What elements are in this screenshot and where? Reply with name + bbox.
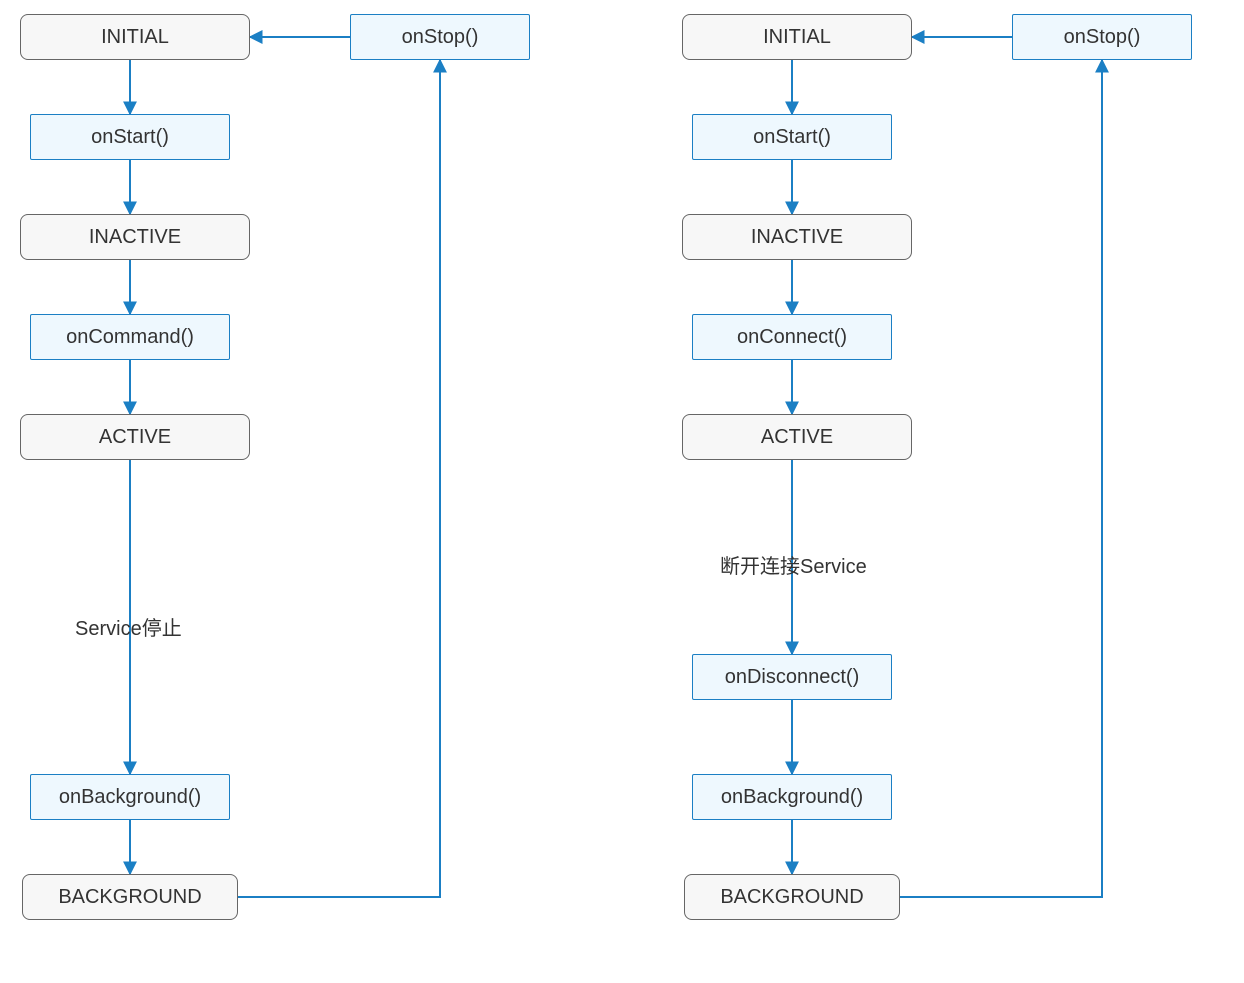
node-label: ACTIVE [761, 426, 833, 449]
node-label: onStop() [402, 26, 479, 49]
node-label: BACKGROUND [720, 886, 863, 909]
node-label: onConnect() [737, 326, 847, 349]
node-label: onDisconnect() [725, 666, 860, 689]
diagram-canvas: INITIAL onStop() onStart() INACTIVE onCo… [0, 0, 1244, 983]
node-label: onCommand() [66, 326, 194, 349]
node-label: BACKGROUND [58, 886, 201, 909]
left-onstart-callback: onStart() [30, 114, 230, 160]
node-label: onBackground() [721, 786, 863, 809]
left-background-state: BACKGROUND [22, 874, 238, 920]
node-label: INITIAL [101, 26, 169, 49]
right-ondisconnect-callback: onDisconnect() [692, 654, 892, 700]
node-label: ACTIVE [99, 426, 171, 449]
node-label: onStart() [91, 126, 169, 149]
right-active-state: ACTIVE [682, 414, 912, 460]
right-edge-active-to-disconnect-label: 断开连接Service [720, 550, 867, 579]
node-label: onStop() [1064, 26, 1141, 49]
node-label: INITIAL [763, 26, 831, 49]
right-onbackground-callback: onBackground() [692, 774, 892, 820]
right-onconnect-callback: onConnect() [692, 314, 892, 360]
right-onstop-callback: onStop() [1012, 14, 1192, 60]
right-background-state: BACKGROUND [684, 874, 900, 920]
right-inactive-state: INACTIVE [682, 214, 912, 260]
left-initial-state: INITIAL [20, 14, 250, 60]
left-edge-active-to-background-label: Service停止 [75, 612, 182, 641]
node-label: onBackground() [59, 786, 201, 809]
left-active-state: ACTIVE [20, 414, 250, 460]
left-onstop-callback: onStop() [350, 14, 530, 60]
node-label: onStart() [753, 126, 831, 149]
left-inactive-state: INACTIVE [20, 214, 250, 260]
node-label: INACTIVE [89, 226, 181, 249]
left-oncommand-callback: onCommand() [30, 314, 230, 360]
right-initial-state: INITIAL [682, 14, 912, 60]
right-onstart-callback: onStart() [692, 114, 892, 160]
node-label: INACTIVE [751, 226, 843, 249]
left-onbackground-callback: onBackground() [30, 774, 230, 820]
